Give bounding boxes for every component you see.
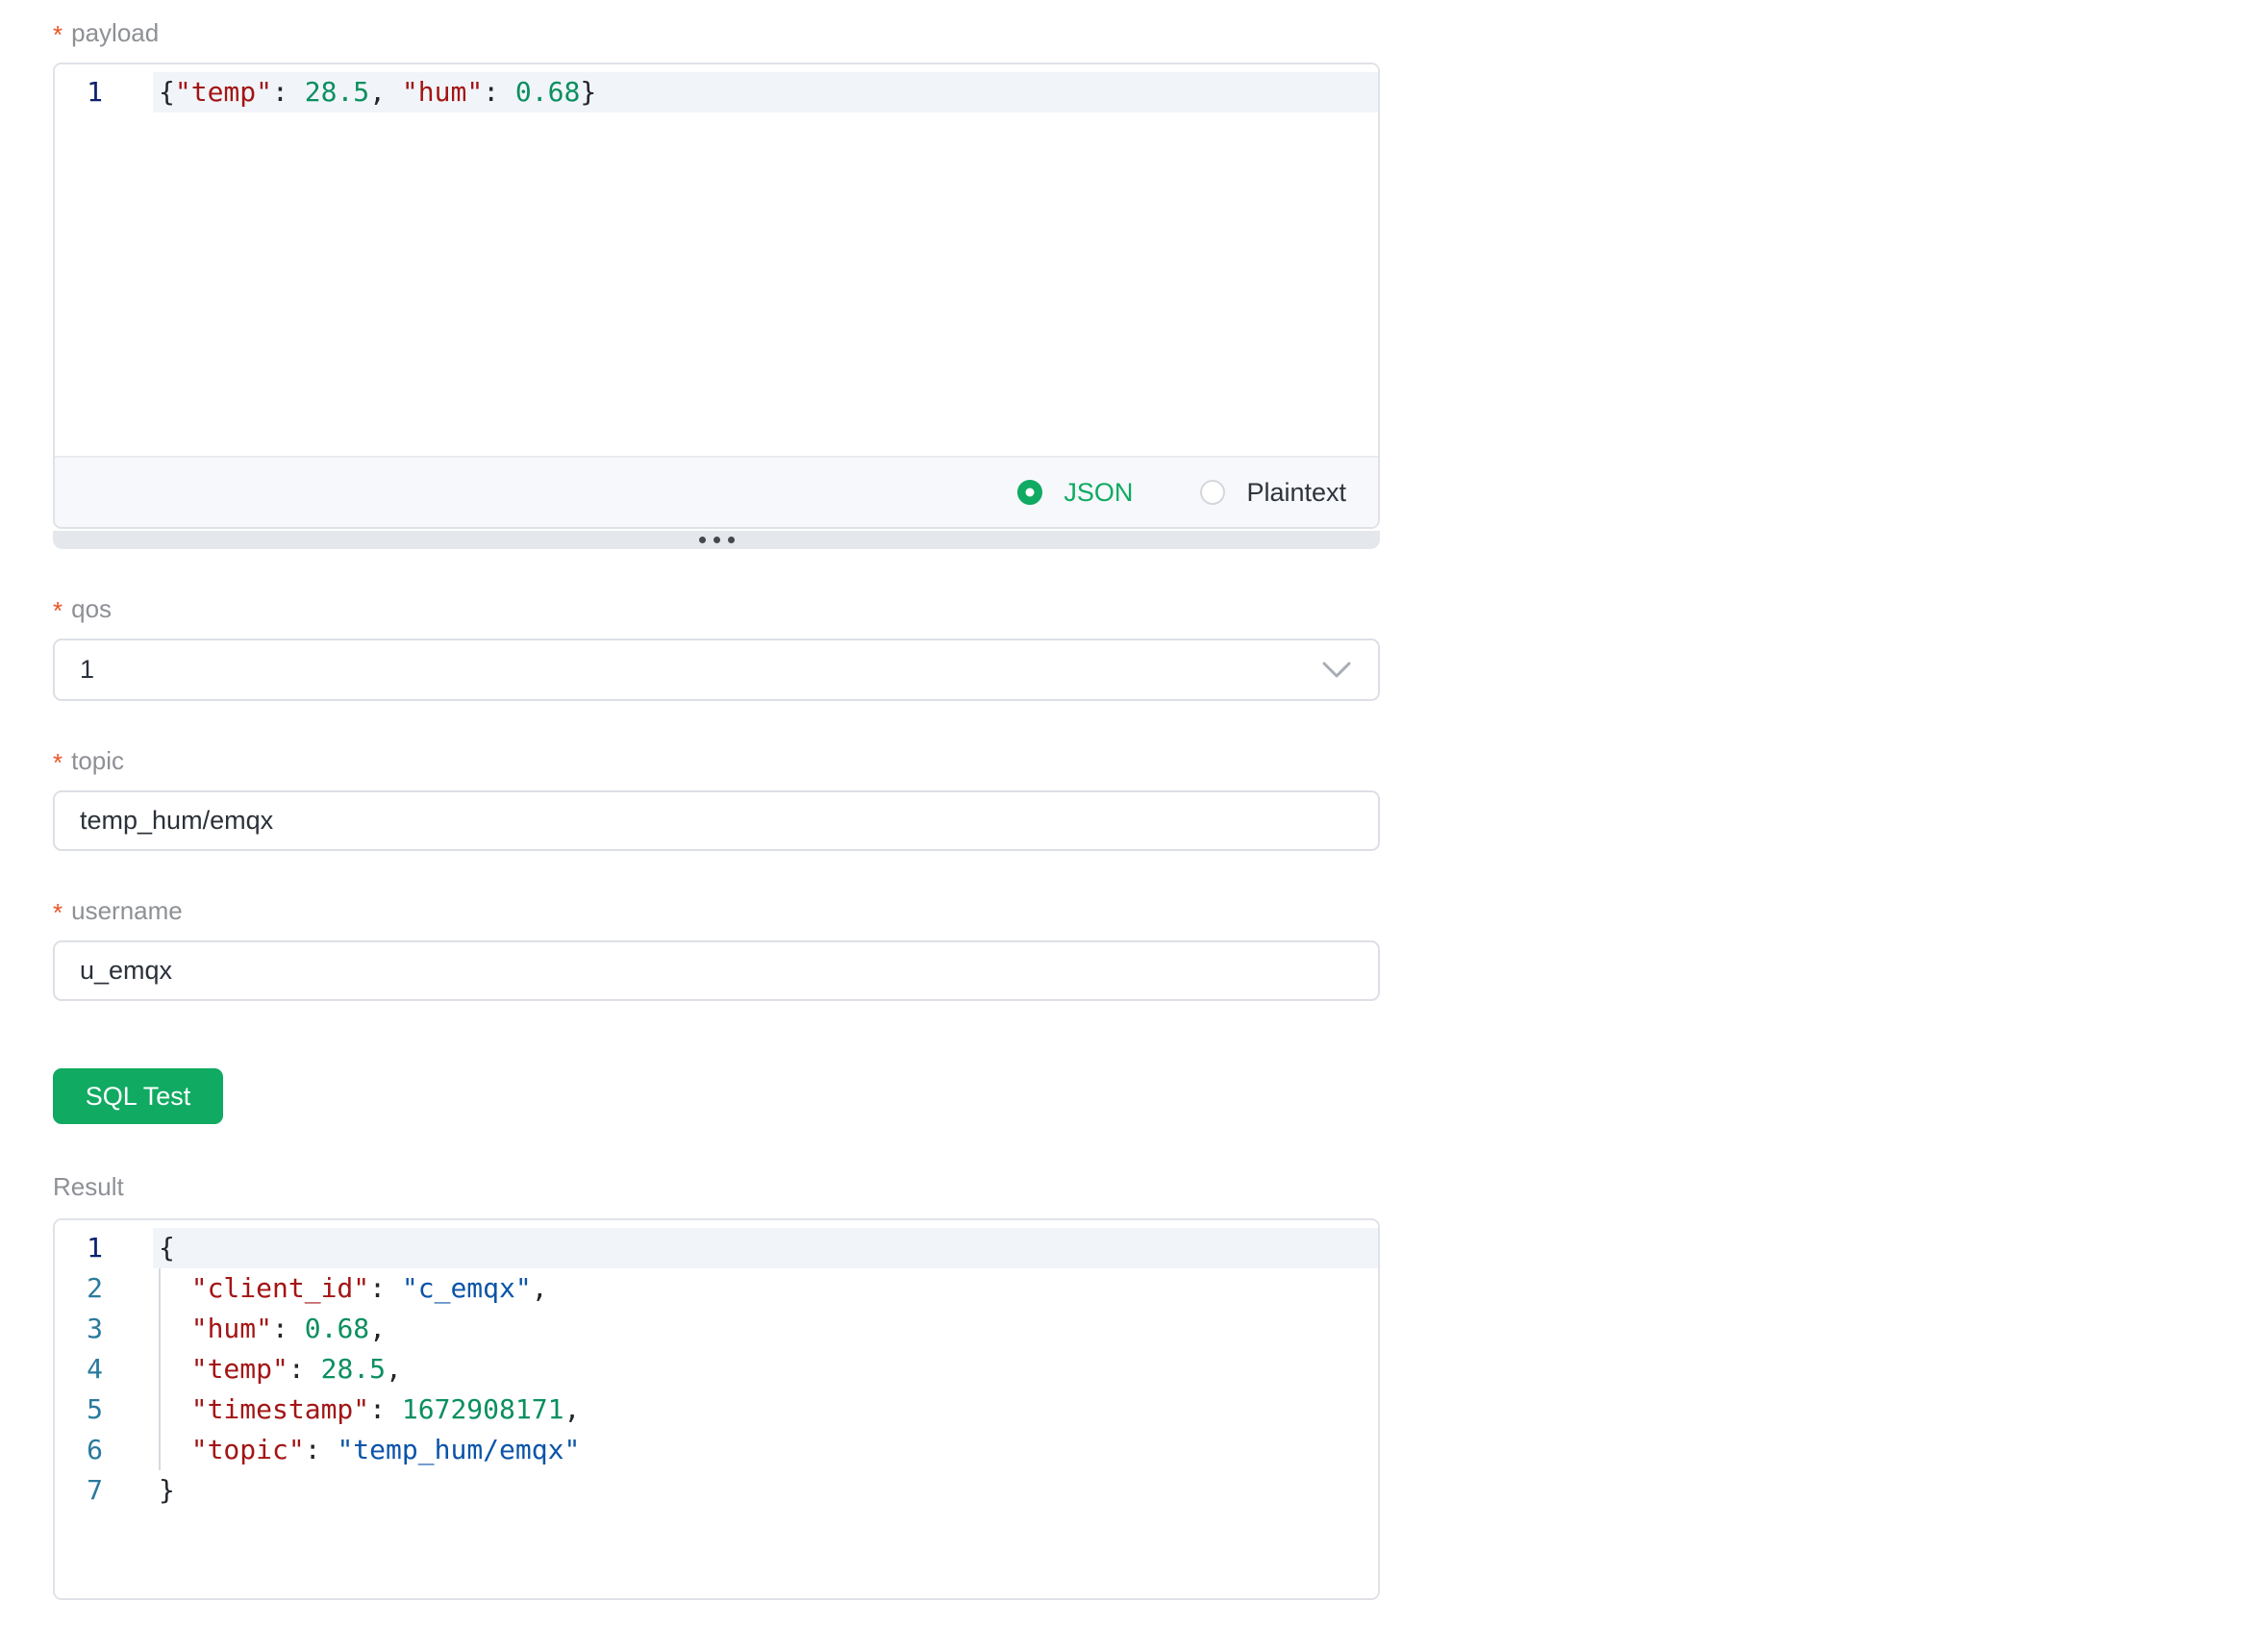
username-label-text: username	[71, 898, 183, 923]
code-line[interactable]: 5 "timestamp": 1672908171,	[55, 1389, 1378, 1430]
payload-format-toolbar: JSON Plaintext	[55, 456, 1378, 527]
ellipsis-drag-handle-icon	[699, 537, 735, 543]
topic-input[interactable]	[53, 790, 1380, 851]
code-text: "timestamp": 1672908171,	[153, 1389, 1378, 1430]
indent-guide	[159, 1309, 161, 1349]
indent-guide	[159, 1268, 161, 1309]
qos-select[interactable]: 1	[53, 638, 1380, 701]
required-asterisk: *	[53, 748, 63, 777]
editor-resize-handle[interactable]	[53, 531, 1380, 549]
qos-field-label: * qos	[53, 596, 1380, 621]
code-text: {"temp": 28.5, "hum": 0.68}	[153, 72, 1378, 113]
username-input[interactable]	[53, 940, 1380, 1001]
payload-editor-body[interactable]: 1{"temp": 28.5, "hum": 0.68}	[55, 64, 1378, 456]
chevron-down-icon	[1322, 662, 1351, 679]
payload-editor[interactable]: 1{"temp": 28.5, "hum": 0.68} JSON Plaint…	[53, 63, 1380, 529]
format-radio-json-label: JSON	[1064, 478, 1133, 508]
code-line[interactable]: 6 "topic": "temp_hum/emqx"	[55, 1430, 1378, 1470]
radio-circle-icon	[1200, 480, 1225, 505]
indent-guide	[159, 1349, 161, 1389]
code-text: "client_id": "c_emqx",	[153, 1268, 1378, 1309]
sql-test-button[interactable]: SQL Test	[53, 1068, 223, 1124]
line-number: 6	[55, 1430, 153, 1470]
line-number: 1	[55, 1228, 153, 1268]
qos-select-value: 1	[80, 655, 94, 685]
code-text: "hum": 0.68,	[153, 1309, 1378, 1349]
indent-guide	[159, 1389, 161, 1430]
format-radio-json[interactable]: JSON	[1017, 478, 1133, 508]
line-number: 3	[55, 1309, 153, 1349]
topic-label-text: topic	[71, 748, 124, 773]
code-line[interactable]: 1{	[55, 1228, 1378, 1268]
code-text: {	[153, 1228, 1378, 1268]
sql-test-form: * payload 1{"temp": 28.5, "hum": 0.68} J…	[53, 20, 1380, 1600]
username-field-label: * username	[53, 898, 1380, 923]
code-text: }	[153, 1470, 1378, 1511]
radio-circle-icon	[1017, 480, 1042, 505]
code-line[interactable]: 4 "temp": 28.5,	[55, 1349, 1378, 1389]
format-radio-plaintext-label: Plaintext	[1246, 478, 1346, 508]
result-editor-body[interactable]: 1{2 "client_id": "c_emqx",3 "hum": 0.68,…	[55, 1220, 1378, 1598]
qos-label-text: qos	[71, 596, 112, 621]
result-editor[interactable]: 1{2 "client_id": "c_emqx",3 "hum": 0.68,…	[53, 1218, 1380, 1600]
code-line[interactable]: 3 "hum": 0.68,	[55, 1309, 1378, 1349]
line-number: 1	[55, 72, 153, 113]
code-line[interactable]: 1{"temp": 28.5, "hum": 0.68}	[55, 72, 1378, 113]
result-label-text: Result	[53, 1174, 124, 1199]
line-number: 4	[55, 1349, 153, 1389]
code-line[interactable]: 2 "client_id": "c_emqx",	[55, 1268, 1378, 1309]
line-number: 7	[55, 1470, 153, 1511]
code-text: "topic": "temp_hum/emqx"	[153, 1430, 1378, 1470]
required-asterisk: *	[53, 596, 63, 625]
indent-guide	[159, 1430, 161, 1470]
result-label: Result	[53, 1174, 1380, 1199]
code-line[interactable]: 7}	[55, 1470, 1378, 1511]
format-radio-plaintext[interactable]: Plaintext	[1200, 478, 1346, 508]
line-number: 2	[55, 1268, 153, 1309]
required-asterisk: *	[53, 898, 63, 927]
line-number: 5	[55, 1389, 153, 1430]
payload-label-text: payload	[71, 20, 159, 45]
topic-field-label: * topic	[53, 748, 1380, 773]
required-asterisk: *	[53, 20, 63, 49]
code-text: "temp": 28.5,	[153, 1349, 1378, 1389]
payload-field-label: * payload	[53, 20, 1380, 45]
